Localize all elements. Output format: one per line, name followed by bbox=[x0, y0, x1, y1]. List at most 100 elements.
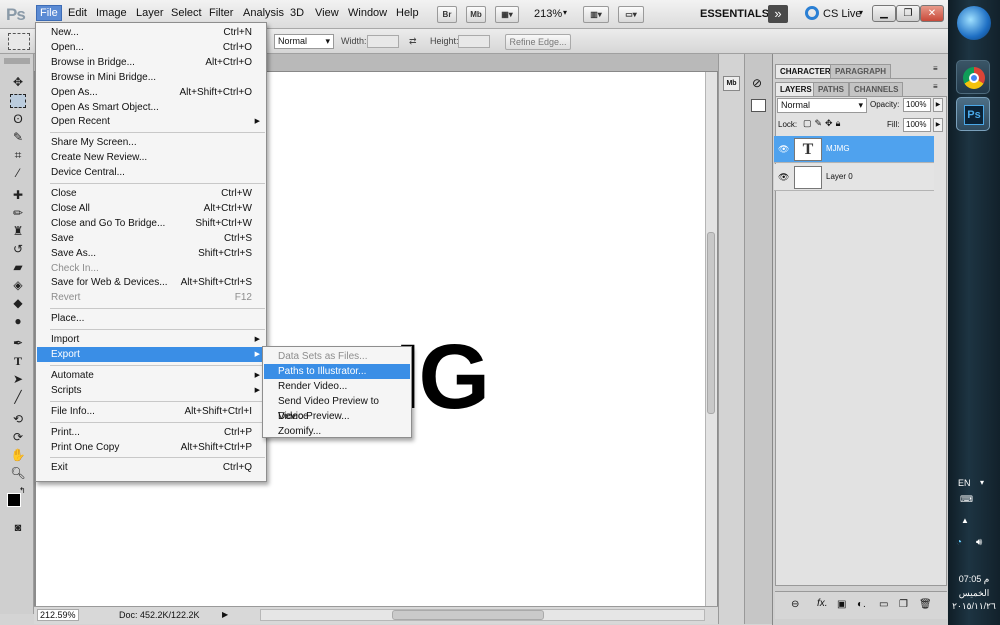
export-menu-item-video-preview[interactable]: Video Preview... bbox=[264, 409, 410, 424]
crop-tool-icon[interactable]: ⌗ bbox=[10, 148, 26, 162]
layer-row[interactable]: 👁︎ T MJMG bbox=[774, 136, 934, 163]
style-select[interactable]: Normal ▾ bbox=[274, 34, 334, 49]
network-icon[interactable]: ◔ bbox=[956, 537, 962, 548]
swap-colors-icon[interactable]: ↰ bbox=[19, 486, 26, 495]
menu-file[interactable]: File bbox=[36, 5, 62, 21]
tab-paths[interactable]: PATHS bbox=[813, 82, 849, 96]
language-indicator[interactable]: EN bbox=[958, 478, 971, 488]
file-menu-item-revert[interactable]: Revert F12 bbox=[37, 290, 265, 305]
menu-window[interactable]: Window bbox=[348, 7, 387, 19]
file-menu-item-open-recent[interactable]: Open Recent ▶ bbox=[37, 114, 265, 129]
panel-menu-icon[interactable]: ≡ bbox=[933, 82, 938, 91]
lasso-tool-icon[interactable]: ʘ bbox=[10, 112, 26, 126]
clock-day[interactable]: الخميس bbox=[948, 588, 1000, 599]
menu-image[interactable]: Image bbox=[96, 7, 127, 19]
file-menu-item-print[interactable]: Print... Ctrl+P bbox=[37, 425, 265, 440]
fill-slider-arrow[interactable]: ▶ bbox=[933, 118, 943, 132]
zoom-tool-icon[interactable]: 🔍︎ bbox=[10, 466, 26, 480]
foreground-color-swatch[interactable] bbox=[7, 493, 21, 507]
workspace-switcher[interactable]: ESSENTIALS bbox=[700, 8, 769, 20]
folder-icon[interactable]: ▭ bbox=[879, 599, 888, 610]
horizontal-scroll-thumb[interactable] bbox=[392, 610, 544, 620]
file-menu-item-place[interactable]: Place... bbox=[37, 311, 265, 326]
file-menu-item-open-as[interactable]: Open As... Alt+Shift+Ctrl+O bbox=[37, 85, 265, 100]
path-select-icon[interactable]: ➤ bbox=[10, 372, 26, 386]
swap-icon[interactable]: ⇄ bbox=[409, 36, 417, 47]
eye-icon[interactable]: 👁︎ bbox=[778, 144, 789, 155]
file-menu-item-save-for-web-devices[interactable]: Save for Web & Devices... Alt+Shift+Ctrl+… bbox=[37, 275, 265, 290]
bridge-button[interactable]: Br bbox=[437, 6, 457, 23]
export-menu-item-zoomify[interactable]: Zoomify... bbox=[264, 424, 410, 439]
menu-edit[interactable]: Edit bbox=[68, 7, 87, 19]
opacity-input[interactable]: 100% bbox=[903, 98, 931, 112]
file-menu-item-close-all[interactable]: Close All Alt+Ctrl+W bbox=[37, 201, 265, 216]
keyboard-icon[interactable]: ⌨ bbox=[960, 494, 973, 505]
file-menu-item-check-in[interactable]: Check In... bbox=[37, 261, 265, 276]
history-brush-icon[interactable]: ↺ bbox=[10, 242, 26, 256]
grid-icon[interactable]: ▦▾ bbox=[495, 6, 519, 23]
status-arrow-icon[interactable]: ▶ bbox=[222, 610, 228, 619]
brush-tool-icon[interactable]: ✏ bbox=[10, 206, 26, 220]
show-tray-icon[interactable]: ▲ bbox=[961, 516, 969, 525]
photoshop-taskbar-button[interactable]: Ps bbox=[956, 97, 990, 131]
file-menu-item-open[interactable]: Open... Ctrl+O bbox=[37, 40, 265, 55]
type-tool-icon[interactable]: T bbox=[10, 354, 26, 368]
dodge-tool-icon[interactable]: ● bbox=[10, 314, 26, 328]
trash-icon[interactable]: 🗑︎ bbox=[919, 599, 932, 610]
screen-mode-icon[interactable]: ▭▾ bbox=[618, 6, 644, 23]
file-menu-item-exit[interactable]: Exit Ctrl+Q bbox=[37, 460, 265, 475]
lock-icons[interactable]: ▢✎✥🔒︎ bbox=[803, 118, 843, 129]
file-menu-item-save-as[interactable]: Save As... Shift+Ctrl+S bbox=[37, 246, 265, 261]
export-menu-item-send-video-preview-to-device[interactable]: Send Video Preview to Device bbox=[264, 394, 410, 422]
file-menu-item-share-my-screen[interactable]: Share My Screen... bbox=[37, 135, 265, 150]
panel-menu-icon[interactable]: ≡ bbox=[933, 64, 938, 73]
file-menu-item-close-and-go-to-bridge[interactable]: Close and Go To Bridge... Shift+Ctrl+W bbox=[37, 216, 265, 231]
file-menu-item-export[interactable]: Export ▶ bbox=[37, 347, 265, 362]
menu-help[interactable]: Help bbox=[396, 7, 419, 19]
blend-mode-select[interactable]: Normal ▾ bbox=[777, 98, 867, 113]
adjustment-layer-icon[interactable]: ◐. bbox=[857, 599, 866, 610]
vertical-scroll-thumb[interactable] bbox=[707, 232, 715, 414]
new-layer-icon[interactable]: ❐ bbox=[899, 599, 908, 610]
chevron-down-icon[interactable]: ▾ bbox=[980, 478, 984, 487]
mini-bridge-button[interactable]: Mb bbox=[466, 6, 486, 23]
width-input[interactable] bbox=[367, 35, 399, 48]
hand-tool-icon[interactable]: ✋ bbox=[10, 448, 26, 462]
file-menu-item-browse-in-mini-bridge[interactable]: Browse in Mini Bridge... bbox=[37, 70, 265, 85]
eye-icon[interactable]: 👁︎ bbox=[778, 172, 789, 183]
file-menu-item-save[interactable]: Save Ctrl+S bbox=[37, 231, 265, 246]
file-menu-item-open-as-smart-object[interactable]: Open As Smart Object... bbox=[37, 100, 265, 115]
fx-icon[interactable]: fx. bbox=[817, 598, 828, 609]
cs-live-icon[interactable] bbox=[805, 6, 819, 20]
mask-icon[interactable]: ▣ bbox=[837, 599, 846, 610]
file-menu-item-create-new-review[interactable]: Create New Review... bbox=[37, 150, 265, 165]
move-tool-icon[interactable]: ✥ bbox=[10, 75, 26, 89]
cs-live-button[interactable]: CS Live bbox=[823, 8, 862, 20]
menu-3d[interactable]: 3D bbox=[290, 7, 304, 19]
marquee-tool-icon[interactable] bbox=[8, 33, 30, 50]
file-menu-item-scripts[interactable]: Scripts ▶ bbox=[37, 383, 265, 398]
export-menu-item-data-sets-as-files[interactable]: Data Sets as Files... bbox=[264, 349, 410, 364]
file-menu-item-close[interactable]: Close Ctrl+W bbox=[37, 186, 265, 201]
3d-orbit-icon[interactable]: ⟳ bbox=[10, 430, 26, 444]
fill-input[interactable]: 100% bbox=[903, 118, 931, 132]
zoom-level[interactable]: 213% bbox=[534, 8, 562, 20]
file-menu-item-print-one-copy[interactable]: Print One Copy Alt+Shift+Ctrl+P bbox=[37, 440, 265, 455]
line-tool-icon[interactable]: ╱ bbox=[10, 390, 26, 404]
clock-date[interactable]: ٢٠١٥/١١/٢٦ bbox=[948, 601, 1000, 612]
refine-edge-button[interactable]: Refine Edge... bbox=[505, 34, 571, 50]
start-button[interactable] bbox=[957, 6, 991, 40]
menu-analysis[interactable]: Analysis bbox=[243, 7, 284, 19]
eraser-tool-icon[interactable]: ▰ bbox=[10, 260, 26, 274]
blur-tool-icon[interactable]: ◆ bbox=[10, 296, 26, 310]
chrome-taskbar-button[interactable] bbox=[956, 60, 990, 94]
healing-brush-icon[interactable]: ✚ bbox=[10, 188, 26, 202]
file-menu-item-device-central[interactable]: Device Central... bbox=[37, 165, 265, 180]
quick-mask-icon[interactable]: ◙ bbox=[10, 521, 26, 535]
tab-channels[interactable]: CHANNELS bbox=[849, 82, 904, 96]
character-panel-icon[interactable]: ⊘ bbox=[752, 76, 762, 90]
menu-layer[interactable]: Layer bbox=[136, 7, 164, 19]
link-layers-icon[interactable]: ⊖ bbox=[791, 599, 799, 610]
chevron-down-icon[interactable]: ▾ bbox=[563, 8, 567, 17]
export-menu-item-render-video[interactable]: Render Video... bbox=[264, 379, 410, 394]
